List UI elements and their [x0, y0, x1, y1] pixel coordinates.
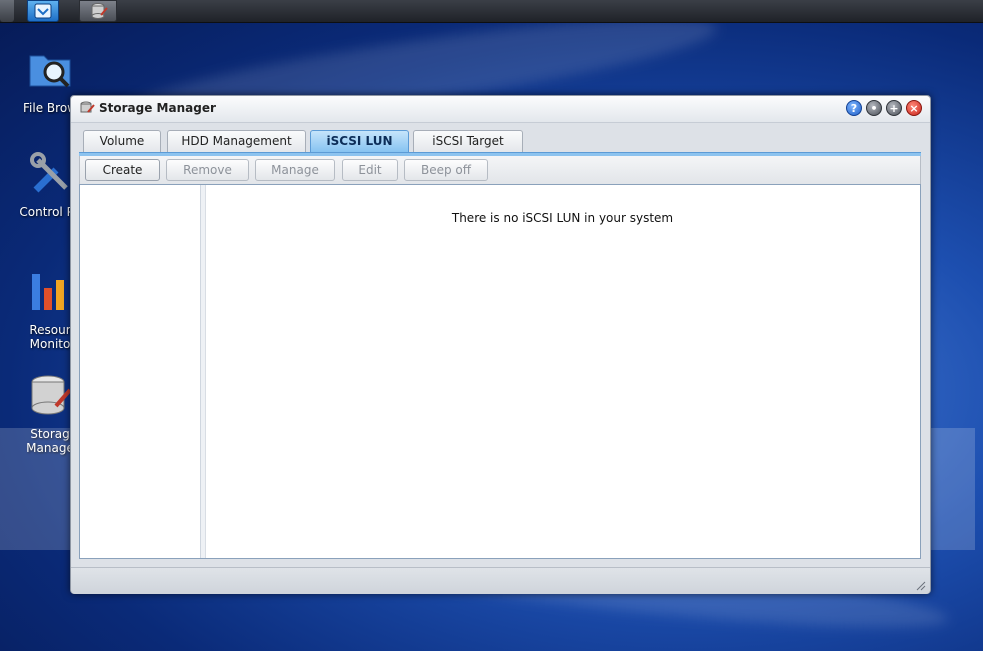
start-button[interactable]	[27, 0, 59, 22]
storage-manager-window: Storage Manager ? • + × Volume HDD Manag…	[70, 95, 931, 594]
tab-hdd-management[interactable]: HDD Management	[167, 130, 306, 152]
storage-manager-icon	[80, 101, 95, 113]
close-icon: ×	[909, 102, 919, 115]
storage-manager-icon	[91, 3, 108, 19]
edit-button[interactable]: Edit	[342, 159, 398, 181]
window-titlebar[interactable]: Storage Manager ? • + ×	[71, 96, 930, 123]
storage-manager-icon	[31, 375, 72, 415]
remove-button[interactable]: Remove	[166, 159, 249, 181]
window-title: Storage Manager	[99, 101, 216, 115]
resource-monitor-icon	[32, 274, 64, 310]
content-area: There is no iSCSI LUN in your system	[79, 184, 921, 559]
tab-strip: Volume HDD Management iSCSI LUN iSCSI Ta…	[79, 130, 921, 153]
close-button[interactable]: ×	[906, 100, 922, 116]
manage-button[interactable]: Manage	[255, 159, 335, 181]
help-icon: ?	[850, 102, 858, 115]
status-bar	[71, 567, 930, 594]
beep-off-button[interactable]: Beep off	[404, 159, 488, 181]
help-button[interactable]: ?	[846, 100, 862, 116]
taskbar-app-storage-manager[interactable]	[79, 0, 117, 22]
control-panel-icon	[30, 152, 68, 193]
taskbar	[0, 0, 983, 23]
tab-iscsi-lun[interactable]: iSCSI LUN	[310, 130, 409, 152]
lun-list-pane[interactable]	[80, 185, 201, 558]
maximize-button[interactable]: +	[886, 100, 902, 116]
resize-grip-icon[interactable]	[916, 581, 926, 591]
chevron-down-icon	[34, 3, 52, 19]
file-browser-icon	[29, 55, 71, 88]
taskbar-grip	[0, 0, 14, 22]
minimize-button[interactable]: •	[866, 100, 882, 116]
pane-splitter[interactable]	[201, 185, 206, 558]
tab-iscsi-target[interactable]: iSCSI Target	[413, 130, 523, 152]
toolbar: Create Remove Manage Edit Beep off	[79, 156, 921, 184]
create-button[interactable]: Create	[85, 159, 160, 181]
tab-volume[interactable]: Volume	[83, 130, 161, 152]
minimize-icon: •	[870, 102, 878, 115]
maximize-icon: +	[889, 102, 899, 115]
empty-state-message: There is no iSCSI LUN in your system	[451, 211, 674, 225]
